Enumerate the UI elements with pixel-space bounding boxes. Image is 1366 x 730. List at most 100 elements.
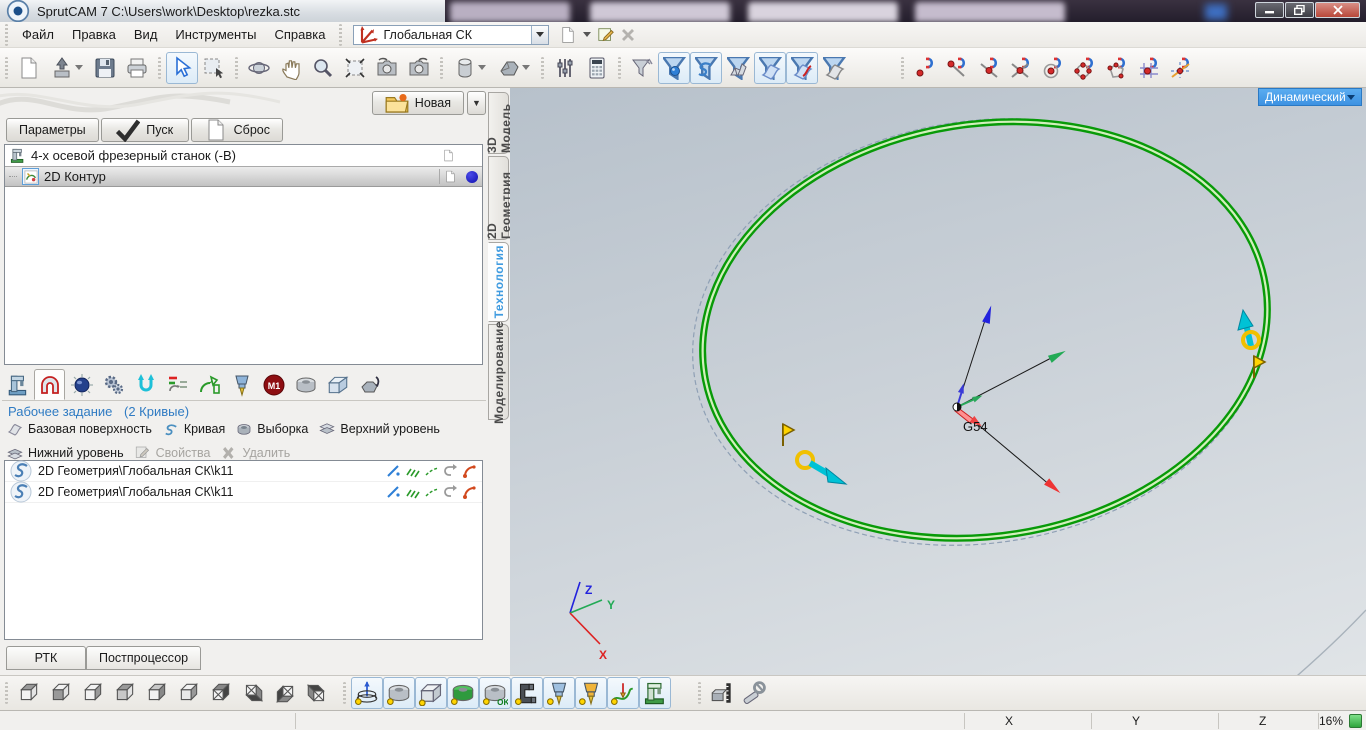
toolbar-grip[interactable]	[339, 23, 343, 46]
view-left-button[interactable]	[77, 677, 109, 709]
view-iso-3-button[interactable]	[269, 677, 301, 709]
filter-sheet-button[interactable]	[818, 52, 850, 84]
toolbar-grip[interactable]	[901, 56, 904, 79]
curve-list-item[interactable]: 2D Геометрия\Глобальная СК\k11	[5, 460, 482, 482]
dashed-direction-icon[interactable]	[424, 484, 440, 500]
combo-dropdown-button[interactable]	[531, 25, 549, 44]
new-cs-button[interactable]	[557, 24, 579, 46]
show-machine-structure-button[interactable]	[351, 677, 383, 709]
menu-file[interactable]: Файл	[13, 23, 63, 46]
calculator-button[interactable]	[581, 52, 613, 84]
tab-parameters[interactable]	[98, 369, 129, 400]
snap-intersection-button[interactable]	[1005, 52, 1037, 84]
toolbar-grip[interactable]	[440, 56, 443, 79]
view-iso-2-button[interactable]	[237, 677, 269, 709]
tab-2d-geometry[interactable]: 2D Геометрия	[485, 156, 513, 240]
hatch-direction-icon[interactable]	[405, 463, 421, 479]
filter-surface-button[interactable]	[754, 51, 786, 84]
show-machine-button[interactable]	[639, 677, 671, 709]
view-iso-4-button[interactable]	[301, 677, 333, 709]
toolbar-grip[interactable]	[618, 56, 621, 79]
save-button[interactable]	[89, 52, 121, 84]
toolbar-grip[interactable]	[343, 682, 346, 704]
toolbar-grip[interactable]	[5, 23, 8, 46]
filter-mesh-button[interactable]	[722, 52, 754, 84]
view-right-button[interactable]	[109, 677, 141, 709]
new-document-button[interactable]	[13, 52, 45, 84]
run-button[interactable]: Пуск	[100, 118, 189, 142]
menu-help[interactable]: Справка	[265, 23, 334, 46]
toolbar-grip[interactable]	[5, 56, 8, 79]
tab-postprocessor[interactable]: Постпроцессор	[86, 646, 202, 670]
toolbar-grip[interactable]	[158, 56, 161, 79]
show-stock-box-button[interactable]	[415, 677, 447, 709]
toolbar-grip[interactable]	[235, 56, 238, 79]
source-curve[interactable]	[662, 88, 1301, 586]
reset-button[interactable]: Сброс	[190, 118, 283, 142]
minimize-button[interactable]	[1255, 2, 1284, 18]
menu-edit[interactable]: Правка	[63, 23, 125, 46]
add-curve-button[interactable]: Кривая	[162, 420, 225, 438]
start-point-icon[interactable]	[462, 463, 478, 479]
snap-midpoint-button[interactable]	[973, 52, 1005, 84]
view-iso-1-button[interactable]	[205, 677, 237, 709]
zoom-view-button[interactable]	[307, 52, 339, 84]
snap-center-button[interactable]	[1037, 52, 1069, 84]
tab-tool[interactable]	[226, 369, 257, 400]
fasteners-button[interactable]	[738, 677, 770, 709]
snap-axis-button[interactable]	[1165, 52, 1197, 84]
show-part-button[interactable]	[447, 677, 479, 709]
tab-simulation[interactable]	[66, 369, 97, 400]
tree-row-machine[interactable]: 4-х осевой фрезерный станок (-B)	[5, 145, 482, 166]
edit-curve-icon[interactable]	[386, 463, 402, 479]
show-fixtures-button[interactable]	[511, 677, 543, 709]
pan-view-button[interactable]	[275, 52, 307, 84]
tab-simulation-mode[interactable]: Моделирование	[488, 321, 509, 423]
view-top-button[interactable]	[13, 677, 45, 709]
snap-polygon-button[interactable]	[1101, 52, 1133, 84]
snapshot-button[interactable]	[371, 52, 403, 84]
reverse-icon[interactable]	[443, 484, 459, 500]
tab-lead-in[interactable]	[194, 369, 225, 400]
curve-list-item[interactable]: 2D Геометрия\Глобальная СК\k11	[5, 481, 482, 503]
fit-view-button[interactable]	[339, 52, 371, 84]
dashed-direction-icon[interactable]	[424, 463, 440, 479]
menu-tools[interactable]: Инструменты	[166, 23, 265, 46]
hatch-direction-icon[interactable]	[405, 484, 421, 500]
snapshot-rotate-button[interactable]	[403, 52, 435, 84]
view-back-button[interactable]	[141, 677, 173, 709]
edit-curve-icon[interactable]	[386, 484, 402, 500]
toolpath-contour[interactable]	[672, 88, 1297, 578]
operation-doc-button[interactable]	[439, 169, 461, 184]
print-button[interactable]	[121, 52, 153, 84]
show-workpiece-button[interactable]	[383, 677, 415, 709]
solid-model-button[interactable]	[492, 52, 536, 84]
parameters-button[interactable]	[549, 52, 581, 84]
new-cs-dropdown[interactable]	[583, 32, 592, 37]
show-toolpath-button[interactable]	[607, 677, 639, 709]
restore-button[interactable]	[1285, 2, 1314, 18]
tab-3d-model[interactable]: 3D Модель	[485, 92, 513, 154]
reverse-icon[interactable]	[443, 463, 459, 479]
edit-cs-button[interactable]	[595, 24, 617, 46]
open-import-button[interactable]	[45, 52, 89, 84]
tab-strategy[interactable]	[130, 369, 161, 400]
toolbar-grip[interactable]	[698, 682, 701, 704]
tab-part[interactable]	[290, 369, 321, 400]
tab-machine[interactable]	[2, 369, 33, 400]
filter-solid-button[interactable]	[626, 52, 658, 84]
rect-select-button[interactable]	[198, 52, 230, 84]
snap-quadrant-button[interactable]	[1069, 52, 1101, 84]
filter-point-button[interactable]	[658, 51, 690, 84]
close-button[interactable]	[1315, 2, 1360, 18]
view-front-button[interactable]	[45, 677, 77, 709]
viewport-3d[interactable]: G54 Z Y X Динамический	[510, 88, 1366, 675]
tab-workpiece-box[interactable]	[322, 369, 353, 400]
view-bottom-button[interactable]	[173, 677, 205, 709]
new-operation-button[interactable]: Новая	[371, 91, 464, 115]
show-tool-button[interactable]	[543, 677, 575, 709]
toolbar-grip[interactable]	[5, 682, 8, 704]
menu-view[interactable]: Вид	[125, 23, 167, 46]
new-operation-dropdown[interactable]: ▼	[467, 91, 486, 115]
add-pocket-button[interactable]: Выборка	[235, 420, 308, 438]
